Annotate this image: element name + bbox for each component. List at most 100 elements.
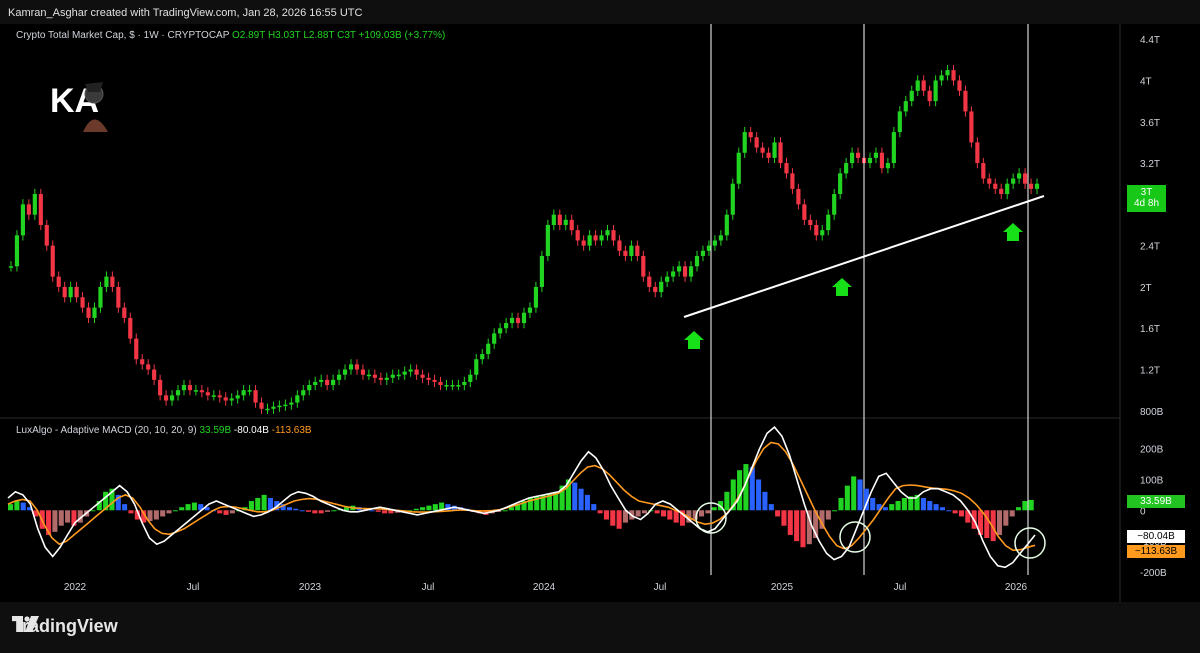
crossover-circle-marker bbox=[839, 521, 871, 553]
candle bbox=[969, 111, 974, 143]
macd-histogram-bar bbox=[781, 510, 787, 526]
candle bbox=[712, 240, 717, 246]
macd-histogram-bar bbox=[8, 504, 14, 511]
candle bbox=[730, 183, 735, 215]
candle bbox=[778, 142, 783, 164]
candle bbox=[366, 374, 371, 377]
candle bbox=[426, 377, 431, 380]
candle bbox=[671, 271, 676, 277]
candle bbox=[229, 398, 234, 401]
macd-hist-value: 33.59B bbox=[199, 425, 232, 436]
macd-histogram-bar bbox=[597, 510, 603, 514]
macd-legend: LuxAlgo - Adaptive MACD (20, 10, 20, 9) … bbox=[16, 425, 312, 436]
price-axis-tick: 2T bbox=[1140, 283, 1152, 294]
macd-histogram-bar bbox=[584, 494, 590, 511]
candle bbox=[891, 132, 896, 164]
candle bbox=[140, 359, 145, 365]
time-axis-tick: 2023 bbox=[299, 582, 322, 593]
chart-frame[interactable]: 4.4T4T3.6T3.2T2.8T2.4T2T1.6T1.2T800B2022… bbox=[0, 24, 1200, 602]
macd-hist-tag: 33.59B bbox=[1127, 495, 1185, 508]
macd-line-tag: −80.04B bbox=[1127, 530, 1185, 543]
candle bbox=[462, 381, 467, 386]
candle bbox=[444, 385, 449, 387]
price-axis-tick: 3.2T bbox=[1140, 159, 1160, 170]
macd-indicator-name: LuxAlgo - Adaptive MACD (20, 10, 20, 9) bbox=[16, 425, 197, 436]
candle bbox=[44, 225, 49, 246]
macd-histogram-bar bbox=[870, 497, 876, 511]
candle bbox=[1028, 183, 1034, 189]
candle bbox=[677, 266, 682, 272]
candle bbox=[211, 395, 216, 397]
candle bbox=[253, 390, 258, 403]
candle bbox=[56, 276, 61, 287]
candle bbox=[384, 377, 389, 380]
chart-attribution: Kamran_Asghar created with TradingView.c… bbox=[8, 7, 363, 19]
candle bbox=[235, 395, 240, 399]
candle bbox=[14, 235, 20, 267]
tradingview-footer[interactable]: TradingView bbox=[12, 616, 118, 637]
candle bbox=[867, 157, 873, 164]
macd-histogram-bar bbox=[128, 510, 134, 514]
macd-histogram-bar bbox=[375, 510, 381, 512]
candle bbox=[844, 163, 849, 174]
candle bbox=[509, 317, 515, 324]
macd-histogram-bar bbox=[1003, 510, 1009, 526]
macd-histogram-bar bbox=[711, 507, 717, 511]
candle bbox=[331, 379, 336, 386]
candle bbox=[569, 219, 574, 231]
macd-histogram-bar bbox=[996, 510, 1003, 535]
candle bbox=[205, 392, 210, 396]
price-axis-tick: 4T bbox=[1140, 76, 1152, 87]
candle bbox=[581, 240, 586, 246]
candle bbox=[438, 381, 443, 386]
candle bbox=[128, 317, 133, 339]
candle bbox=[402, 371, 407, 375]
symbol-label: Crypto Total Market Cap, $ · 1W · CRYPTO… bbox=[16, 30, 230, 41]
buy-arrow-icon bbox=[832, 278, 852, 296]
candle bbox=[116, 286, 121, 308]
candle bbox=[414, 369, 419, 375]
candle bbox=[1034, 183, 1040, 189]
price-axis-tick: 2.4T bbox=[1140, 242, 1160, 253]
candle bbox=[122, 307, 127, 318]
macd-histogram-bar bbox=[787, 510, 793, 535]
candle bbox=[1011, 178, 1016, 184]
macd-histogram-bar bbox=[705, 510, 711, 514]
last-price-tag: 3T 4d 8h bbox=[1127, 185, 1166, 212]
time-axis-tick: Jul bbox=[654, 582, 667, 593]
macd-histogram-bar bbox=[65, 510, 71, 523]
candle bbox=[504, 323, 509, 329]
candle bbox=[909, 90, 914, 102]
candle bbox=[796, 188, 801, 205]
candle bbox=[223, 397, 228, 401]
candle bbox=[700, 250, 706, 256]
macd-histogram-bar bbox=[331, 510, 337, 512]
candle bbox=[933, 80, 938, 102]
candle bbox=[408, 369, 413, 372]
macd-histogram-bar bbox=[572, 482, 578, 511]
candle bbox=[283, 404, 288, 407]
candle bbox=[68, 286, 73, 298]
candle bbox=[718, 235, 723, 241]
candle bbox=[175, 390, 181, 396]
macd-histogram-bar bbox=[229, 510, 235, 514]
candle bbox=[545, 225, 550, 256]
macd-histogram-bar bbox=[832, 510, 838, 512]
macd-histogram-bar bbox=[312, 510, 318, 514]
candle bbox=[706, 245, 712, 251]
macd-histogram-bar bbox=[160, 510, 166, 517]
open-value: O2.89T bbox=[232, 30, 266, 41]
candle bbox=[724, 214, 729, 236]
candle bbox=[879, 152, 885, 169]
macd-histogram-bar bbox=[724, 491, 730, 511]
macd-histogram-bar bbox=[895, 501, 901, 511]
candle bbox=[766, 152, 771, 158]
buy-arrow-icon bbox=[1003, 223, 1023, 241]
candle bbox=[921, 80, 926, 91]
candle bbox=[80, 297, 85, 308]
candle bbox=[74, 286, 79, 298]
candle bbox=[885, 163, 890, 169]
chart-canvas[interactable]: 4.4T4T3.6T3.2T2.8T2.4T2T1.6T1.2T800B2022… bbox=[0, 24, 1200, 602]
macd-histogram-bar bbox=[756, 479, 762, 511]
candle bbox=[104, 276, 109, 287]
